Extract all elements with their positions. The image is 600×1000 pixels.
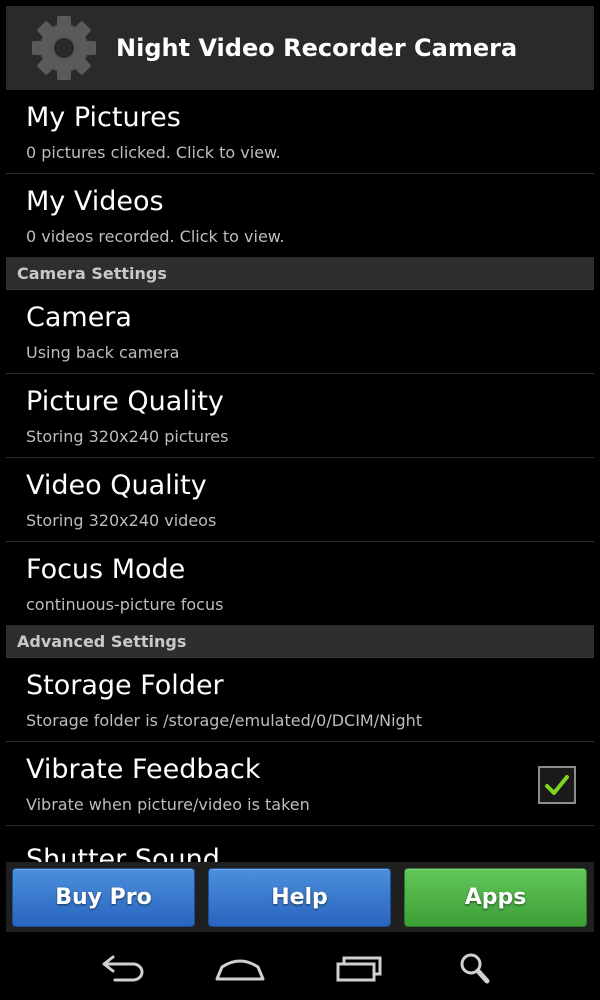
recent-apps-icon[interactable] bbox=[328, 948, 388, 988]
my-pictures-title: My Pictures bbox=[26, 102, 181, 133]
camera-item[interactable]: Camera Using back camera bbox=[6, 290, 594, 374]
section-label: Advanced Settings bbox=[17, 632, 187, 651]
vibrate-feedback-title: Vibrate Feedback bbox=[26, 754, 261, 785]
storage-folder-item[interactable]: Storage Folder Storage folder is /storag… bbox=[6, 658, 594, 742]
focus-mode-title: Focus Mode bbox=[26, 554, 186, 585]
buy-pro-button[interactable]: Buy Pro bbox=[12, 868, 195, 927]
my-pictures-summary: 0 pictures clicked. Click to view. bbox=[26, 143, 281, 162]
focus-mode-summary: continuous-picture focus bbox=[26, 595, 224, 614]
section-header-camera-settings: Camera Settings bbox=[6, 258, 594, 290]
picture-quality-item[interactable]: Picture Quality Storing 320x240 pictures bbox=[6, 374, 594, 458]
shutter-sound-title: Shutter Sound bbox=[26, 844, 220, 862]
preference-list: My Pictures 0 pictures clicked. Click to… bbox=[6, 90, 594, 826]
apps-button[interactable]: Apps bbox=[404, 868, 587, 927]
my-videos-item[interactable]: My Videos 0 videos recorded. Click to vi… bbox=[6, 174, 594, 258]
vibrate-feedback-item[interactable]: Vibrate Feedback Vibrate when picture/vi… bbox=[6, 742, 594, 826]
video-quality-title: Video Quality bbox=[26, 470, 207, 501]
checkmark-icon bbox=[545, 775, 569, 795]
my-videos-title: My Videos bbox=[26, 186, 164, 217]
action-bar: Night Video Recorder Camera bbox=[6, 6, 594, 90]
camera-summary: Using back camera bbox=[26, 343, 180, 362]
search-icon[interactable] bbox=[446, 948, 506, 988]
shutter-sound-item[interactable]: Shutter Sound bbox=[6, 840, 594, 862]
picture-quality-summary: Storing 320x240 pictures bbox=[26, 427, 229, 446]
my-pictures-item[interactable]: My Pictures 0 pictures clicked. Click to… bbox=[6, 90, 594, 174]
video-quality-summary: Storing 320x240 videos bbox=[26, 511, 217, 530]
picture-quality-title: Picture Quality bbox=[26, 386, 224, 417]
vibrate-feedback-summary: Vibrate when picture/video is taken bbox=[26, 795, 310, 814]
focus-mode-item[interactable]: Focus Mode continuous-picture focus bbox=[6, 542, 594, 626]
storage-folder-summary: Storage folder is /storage/emulated/0/DC… bbox=[26, 711, 423, 730]
gear-icon bbox=[24, 8, 104, 88]
back-icon[interactable] bbox=[94, 948, 154, 988]
system-navigation-bar bbox=[0, 932, 600, 1000]
video-quality-item[interactable]: Video Quality Storing 320x240 videos bbox=[6, 458, 594, 542]
app-screen: Night Video Recorder Camera My Pictures … bbox=[0, 0, 600, 1000]
help-button[interactable]: Help bbox=[208, 868, 391, 927]
vibrate-feedback-checkbox[interactable] bbox=[538, 766, 576, 804]
section-label: Camera Settings bbox=[17, 264, 167, 283]
my-videos-summary: 0 videos recorded. Click to view. bbox=[26, 227, 285, 246]
home-icon[interactable] bbox=[210, 948, 270, 988]
bottom-button-bar: Buy Pro Help Apps bbox=[6, 862, 594, 932]
app-title: Night Video Recorder Camera bbox=[116, 34, 518, 62]
camera-title: Camera bbox=[26, 302, 132, 333]
storage-folder-title: Storage Folder bbox=[26, 670, 224, 701]
section-header-advanced-settings: Advanced Settings bbox=[6, 626, 594, 658]
